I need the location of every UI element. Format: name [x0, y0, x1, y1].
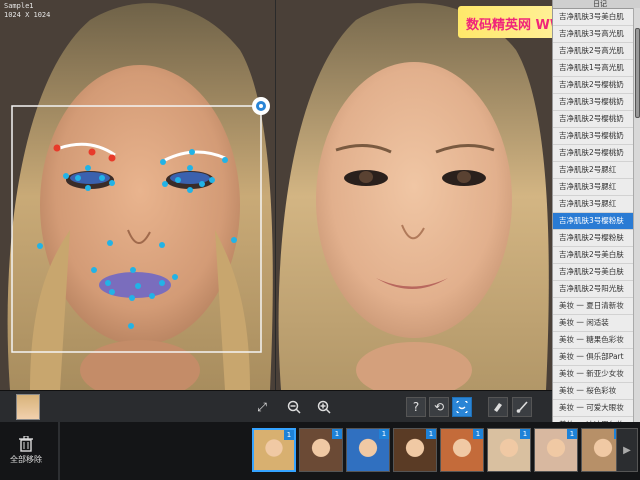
original-photo-pane[interactable]: Sample1 1024 X 1024: [0, 0, 276, 390]
effect-list-item[interactable]: 吉净肌肤2号樱桃奶: [553, 111, 640, 128]
photo-thumbnail[interactable]: 1: [346, 428, 390, 472]
face-detect-button[interactable]: [452, 397, 472, 417]
zoom-out-icon: [287, 400, 301, 414]
photo-stage: Sample1 1024 X 1024: [0, 0, 552, 390]
effect-list-item[interactable]: 吉净肌肤3号樱粉肤: [553, 213, 640, 230]
effect-list-item[interactable]: 吉净肌肤3号樱桃奶: [553, 94, 640, 111]
effect-list-item[interactable]: 吉净肌肤3号腮红: [553, 196, 640, 213]
image-resolution: 1024 X 1024: [4, 11, 51, 19]
fit-screen-button[interactable]: ⤢: [252, 397, 272, 417]
refresh-icon: ⟲: [433, 400, 445, 414]
thumbnail-badge: 1: [284, 430, 294, 440]
effect-list-item[interactable]: 吉净肌肤3号樱桃奶: [553, 128, 640, 145]
effect-list-item[interactable]: 美妆 一 夏日清新妆: [553, 298, 640, 315]
effects-panel: 日记 吉净肌肤3号美白肌 吉净肌肤3号高光肌 吉净肌肤2号高光肌 吉净肌肤1号高光肌吉…: [552, 0, 640, 422]
scrollbar-thumb[interactable]: [635, 28, 640, 118]
thumbnail-badge: 1: [379, 429, 389, 439]
photo-thumbnail[interactable]: 1: [440, 428, 484, 472]
help-label: ?: [412, 400, 420, 414]
face-detect-icon: [456, 401, 468, 413]
selection-resize-handle[interactable]: [252, 97, 270, 115]
effect-list-item[interactable]: 吉净肌肤2号腮红: [553, 162, 640, 179]
refresh-button[interactable]: ⟲: [429, 397, 449, 417]
trash-icon: [19, 436, 33, 452]
photo-tray: 全部移除 11111111 ▶: [0, 422, 640, 480]
original-face-image: [0, 0, 276, 390]
brush-icon: [516, 401, 528, 413]
brush-button[interactable]: [512, 397, 532, 417]
thumbnail-badge: 1: [426, 429, 436, 439]
effect-list-item[interactable]: 吉净肌肤3号高光肌: [553, 26, 640, 43]
effect-list-item[interactable]: 美妆 一 新亚少女妆: [553, 366, 640, 383]
help-button[interactable]: ?: [406, 397, 426, 417]
eraser-button[interactable]: [488, 397, 508, 417]
remove-all-label: 全部移除: [10, 455, 42, 464]
zoom-in-button[interactable]: [314, 397, 334, 417]
effect-list-item[interactable]: 美妆 一 闲适装: [553, 315, 640, 332]
effect-list-item[interactable]: 吉净肌肤2号阳光肤: [553, 281, 640, 298]
effect-list-item[interactable]: 吉净肌肤2号高光肌: [553, 43, 640, 60]
photo-thumbnail[interactable]: 1: [299, 428, 343, 472]
effect-list-item[interactable]: 吉净肌肤2号美白肤: [553, 247, 640, 264]
effect-list-item[interactable]: 美妆 一 桜色彩妆: [553, 383, 640, 400]
effect-list-item[interactable]: 吉净肌肤3号腮红: [553, 179, 640, 196]
result-face-image: [276, 0, 552, 390]
effects-panel-title: 日记: [593, 0, 607, 8]
eraser-icon: [494, 403, 502, 412]
effect-list-item[interactable]: 吉净肌肤2号樱桃奶: [553, 145, 640, 162]
fit-screen-icon: ⤢: [257, 399, 267, 414]
zoom-in-icon: [317, 400, 331, 414]
effect-list-item[interactable]: 美妆 一 俱乐部Part: [553, 349, 640, 366]
remove-all-button[interactable]: 全部移除: [4, 432, 48, 472]
tray-scroll-right-button[interactable]: ▶: [616, 428, 638, 472]
image-info: Sample1 1024 X 1024: [4, 2, 50, 20]
photo-thumbnail[interactable]: 1: [393, 428, 437, 472]
effects-scrollbar[interactable]: [633, 8, 640, 422]
thumbnail-badge: 1: [520, 429, 530, 439]
photo-thumbnail[interactable]: 1: [487, 428, 531, 472]
result-photo-pane[interactable]: [276, 0, 552, 390]
view-toolbar: ⤢ ? ⟲: [0, 390, 552, 423]
effect-list-item[interactable]: 吉净肌肤3号美白肌: [553, 9, 640, 26]
image-title: Sample1: [4, 2, 34, 10]
current-photo-thumbnail[interactable]: [16, 394, 40, 420]
effect-list-item[interactable]: 吉净肌肤1号高光肌: [553, 60, 640, 77]
photo-thumbnail[interactable]: 1: [534, 428, 578, 472]
thumbnail-badge: 1: [473, 429, 483, 439]
tray-separator: [58, 422, 60, 480]
photo-thumbnail[interactable]: 1: [252, 428, 296, 472]
chevron-right-icon: ▶: [623, 444, 631, 456]
effects-panel-header: 日记: [553, 0, 640, 9]
effect-list-item[interactable]: 吉净肌肤2号樱桃奶: [553, 77, 640, 94]
effect-list-item[interactable]: 吉净肌肤2号美白肤: [553, 264, 640, 281]
thumbnail-badge: 1: [567, 429, 577, 439]
effect-list-item[interactable]: 吉净肌肤2号樱粉肤: [553, 230, 640, 247]
effect-list-item[interactable]: 美妆 一 可爱大眼妆: [553, 400, 640, 417]
effect-list-item[interactable]: 美妆 一 糖果色彩妆: [553, 332, 640, 349]
thumbnail-badge: 1: [332, 429, 342, 439]
zoom-out-button[interactable]: [284, 397, 304, 417]
effects-list: 吉净肌肤3号美白肌 吉净肌肤3号高光肌 吉净肌肤2号高光肌 吉净肌肤1号高光肌 吉净肌肤…: [553, 9, 640, 422]
